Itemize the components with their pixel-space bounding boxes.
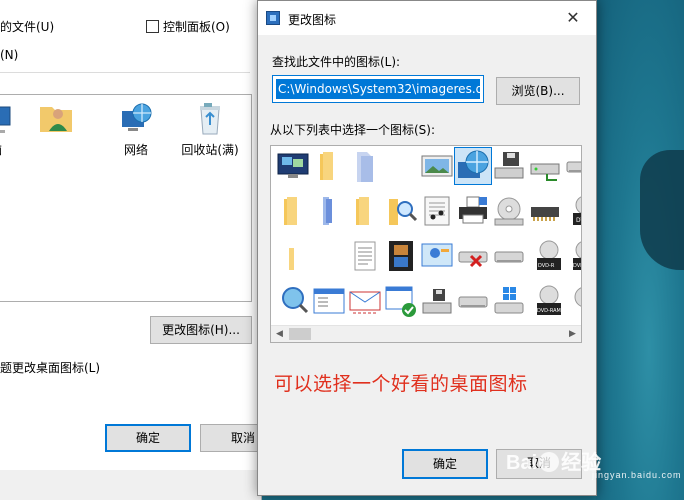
dvd-rw-icon[interactable]: DVD-RW xyxy=(563,238,582,274)
monitor-windows-icon[interactable] xyxy=(275,148,311,184)
computer-icon xyxy=(0,101,14,137)
desktop-icon-label: 网络 xyxy=(123,143,148,157)
theme-change-icons-option[interactable]: 题更改桌面图标(L) xyxy=(0,359,100,376)
floppy-drive-icon[interactable] xyxy=(419,283,455,319)
control-panel-label: 控制面板(O) xyxy=(163,20,230,34)
folder-icon[interactable] xyxy=(347,193,383,229)
memory-card-icon[interactable] xyxy=(527,193,563,229)
svg-text:DVD: DVD xyxy=(576,217,582,224)
desktop-icon-label: 脑 xyxy=(0,141,32,158)
paw-icon xyxy=(539,452,560,472)
empty-icon[interactable] xyxy=(383,148,419,184)
windows-drive-icon[interactable] xyxy=(491,283,527,319)
divider xyxy=(0,72,250,73)
text-document-icon[interactable] xyxy=(347,238,383,274)
files-option-label: 的文件(U) xyxy=(0,20,55,34)
dialog-title: 更改图标 xyxy=(288,13,337,27)
window-list-icon[interactable] xyxy=(311,283,347,319)
folder-search-icon[interactable] xyxy=(383,193,419,229)
slideshow-icon[interactable] xyxy=(419,238,455,274)
files-option[interactable]: 的文件(U) xyxy=(0,18,54,35)
recycle-bin-icon xyxy=(192,101,228,137)
cd-drive-icon[interactable] xyxy=(491,193,527,229)
horizontal-scrollbar[interactable]: ◀ ▶ xyxy=(271,325,581,342)
file-label: 查找此文件中的图标(L): xyxy=(272,55,401,69)
window-icon xyxy=(266,11,280,25)
desktop-icon-settings-dialog: 的文件(U) 控制面板(O) (N) 脑 网络 xyxy=(0,0,286,500)
drive-with-floppy-icon[interactable] xyxy=(491,148,527,184)
dvd-r-icon[interactable]: DVD-R xyxy=(527,238,563,274)
theme-change-icons-label: 题更改桌面图标(L) xyxy=(0,361,101,375)
change-icon-button[interactable]: 更改图标(H)... xyxy=(150,316,252,344)
icon-list-label: 从以下列表中选择一个图标(S): xyxy=(270,123,436,137)
svg-text:DVD-RAM: DVD-RAM xyxy=(537,308,561,314)
network-icon xyxy=(118,101,154,137)
desktop-icon-label: 回收站(满) xyxy=(181,143,239,157)
control-panel-checkbox[interactable] xyxy=(146,20,159,33)
film-icon[interactable] xyxy=(383,238,419,274)
control-panel-option[interactable]: 控制面板(O) xyxy=(146,18,230,35)
drive-icon[interactable] xyxy=(491,238,527,274)
folder-icon[interactable] xyxy=(275,193,311,229)
globe-monitor-icon[interactable] xyxy=(454,147,492,185)
music-sheet-icon[interactable] xyxy=(419,193,455,229)
browse-button[interactable]: 浏览(B)... xyxy=(496,77,580,105)
network-drive-icon[interactable] xyxy=(527,148,563,184)
check-window-icon[interactable] xyxy=(383,283,419,319)
disc-icon[interactable] xyxy=(563,283,581,319)
ok-button[interactable]: 确定 xyxy=(402,449,488,479)
dvd-drive-icon[interactable]: DVD xyxy=(563,193,582,229)
close-icon[interactable]: ✕ xyxy=(550,1,596,35)
svg-text:DVD-R: DVD-R xyxy=(538,263,555,269)
letter-icon[interactable] xyxy=(347,283,383,319)
desktop-icons-list: 脑 网络 回收站(满) xyxy=(0,94,252,302)
empty-icon[interactable] xyxy=(311,238,347,274)
scroll-left-icon[interactable]: ◀ xyxy=(271,326,288,342)
change-icon-dialog: 更改图标 ✕ 查找此文件中的图标(L): C:\Windows\System32… xyxy=(257,0,597,496)
icon-list[interactable]: DVDDVD-RDVD-RWDVD-RAM◀▶ xyxy=(270,145,582,343)
desktop-icon-user-folder[interactable] xyxy=(20,99,92,139)
user-folder-icon xyxy=(38,99,74,135)
blank-pages-icon[interactable] xyxy=(347,148,383,184)
baidu-jingyan-watermark: Bai 经验 jingyan.baidu.com xyxy=(506,446,684,484)
svg-text:DVD-RW: DVD-RW xyxy=(573,263,582,269)
folder-blue-icon[interactable] xyxy=(311,193,347,229)
drive-icon[interactable] xyxy=(563,148,581,184)
watermark-brand: Bai xyxy=(506,452,538,474)
background-ok-button[interactable]: 确定 xyxy=(105,424,191,452)
option-n: (N) xyxy=(0,48,18,62)
scroll-right-icon[interactable]: ▶ xyxy=(564,326,581,342)
desktop-icon-network[interactable]: 网络 xyxy=(100,101,172,158)
desktop-icon-recycle-bin[interactable]: 回收站(满) xyxy=(174,101,246,158)
icon-file-path-input[interactable]: C:\Windows\System32\imageres.dll xyxy=(272,75,484,103)
option-n-label: (N) xyxy=(0,48,19,62)
folder-half-icon[interactable] xyxy=(275,238,311,274)
scroll-thumb[interactable] xyxy=(289,328,311,340)
drive-error-icon[interactable] xyxy=(455,238,491,274)
drive-icon[interactable] xyxy=(455,283,491,319)
watermark-url: jingyan.baidu.com xyxy=(592,470,682,480)
annotation-text: 可以选择一个好看的桌面图标 xyxy=(274,373,528,395)
dvd-ram-icon[interactable]: DVD-RAM xyxy=(527,283,563,319)
wallpaper-swimmer xyxy=(640,150,684,270)
folder-icon[interactable] xyxy=(311,148,347,184)
picture-icon[interactable] xyxy=(419,148,455,184)
title-bar[interactable]: 更改图标 ✕ xyxy=(258,1,596,35)
printer-icon[interactable] xyxy=(455,193,491,229)
file-path-text: C:\Windows\System32\imageres.dll xyxy=(276,79,480,99)
search-computer-icon[interactable] xyxy=(275,283,311,319)
